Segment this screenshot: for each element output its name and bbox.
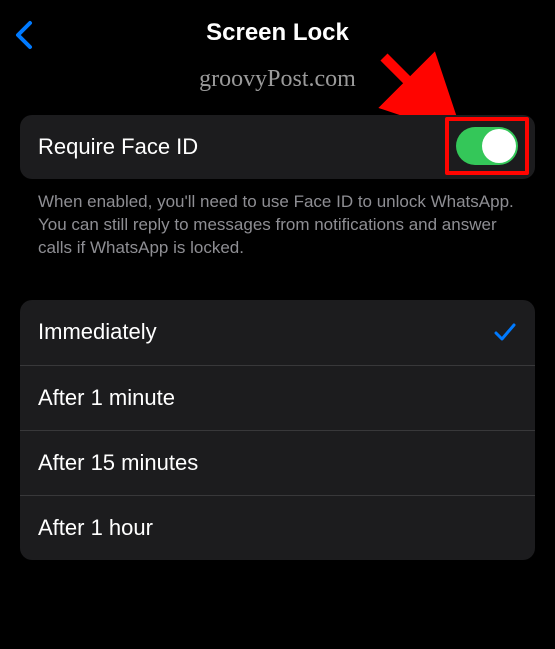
chevron-left-icon	[14, 20, 33, 50]
checkmark-icon	[493, 320, 517, 344]
require-faceid-row: Require Face ID	[20, 115, 535, 179]
header: Screen Lock	[0, 0, 555, 58]
page-title: Screen Lock	[206, 19, 349, 47]
option-after-1-minute[interactable]: After 1 minute	[20, 365, 535, 430]
toggle-highlight-box	[445, 117, 529, 175]
option-label: After 1 hour	[38, 515, 153, 541]
require-faceid-toggle[interactable]	[456, 127, 518, 165]
option-immediately[interactable]: Immediately	[20, 300, 535, 365]
option-after-1-hour[interactable]: After 1 hour	[20, 495, 535, 560]
option-label: After 15 minutes	[38, 450, 198, 476]
back-button[interactable]	[14, 20, 33, 55]
setting-description: When enabled, you'll need to use Face ID…	[20, 191, 535, 260]
toggle-thumb	[482, 129, 516, 163]
require-faceid-label: Require Face ID	[38, 134, 198, 160]
option-label: After 1 minute	[38, 385, 175, 411]
option-after-15-minutes[interactable]: After 15 minutes	[20, 430, 535, 495]
watermark: groovyPost.com	[0, 66, 555, 93]
lock-timeout-options: Immediately After 1 minute After 15 minu…	[20, 300, 535, 560]
require-faceid-section: Require Face ID	[20, 115, 535, 179]
option-label: Immediately	[38, 319, 157, 345]
